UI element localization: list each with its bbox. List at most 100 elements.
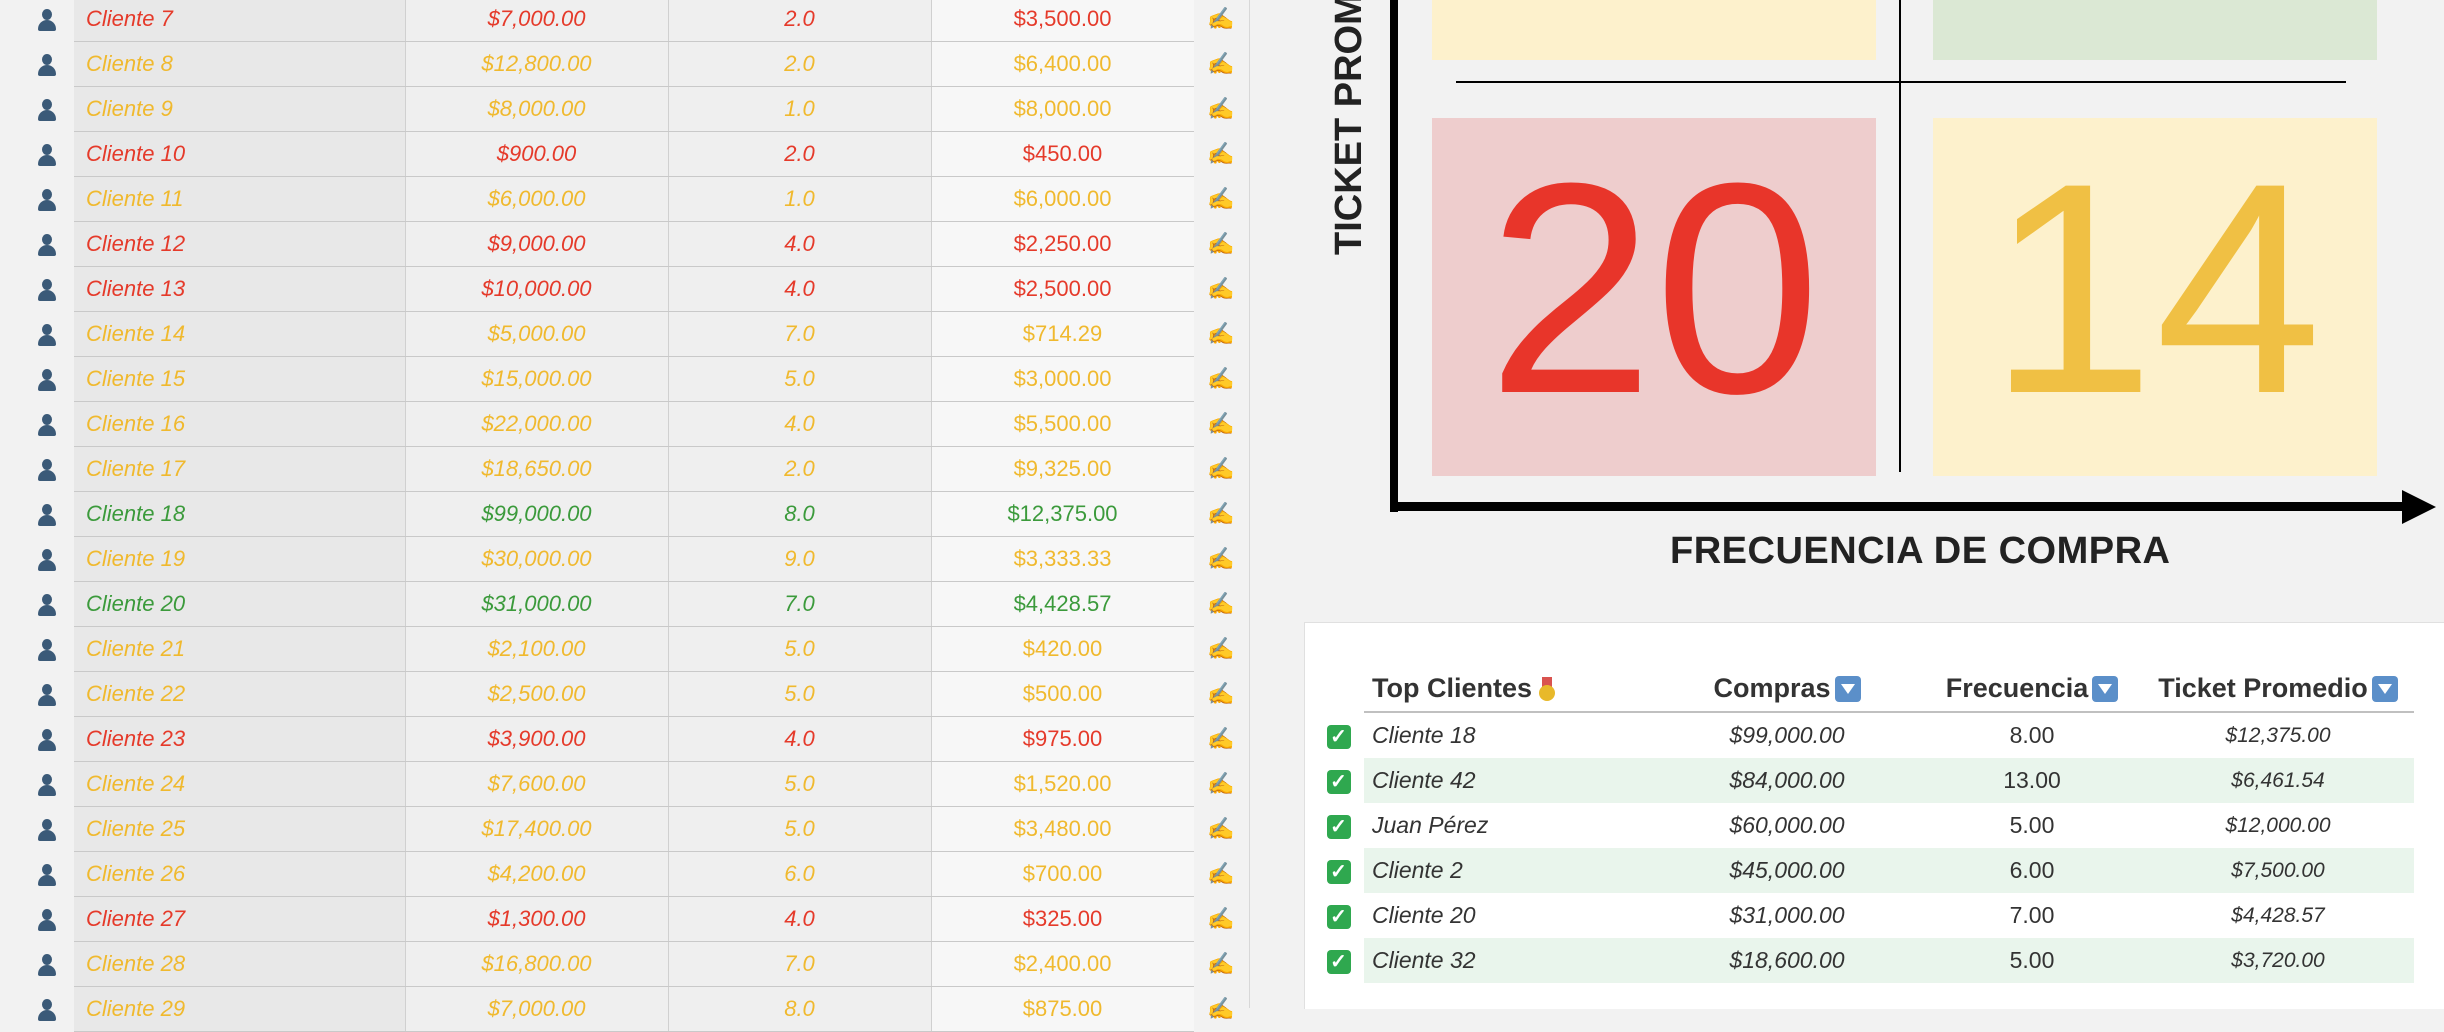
client-frecuencia: 1.0 (668, 176, 932, 222)
header-check-spacer (1313, 665, 1364, 712)
client-name: Cliente 7 (74, 0, 406, 42)
client-name: Cliente 24 (74, 761, 406, 807)
client-name: Cliente 28 (74, 941, 406, 987)
table-row[interactable]: Cliente 8 $12,800.00 2.0 $6,400.00 ✍ (20, 41, 1249, 87)
table-row[interactable]: Cliente 19 $30,000.00 9.0 $3,333.33 ✍ (20, 536, 1249, 582)
client-compras: $99,000.00 (405, 491, 669, 537)
client-compras: $7,600.00 (405, 761, 669, 807)
client-ticket: $5,500.00 (931, 401, 1194, 447)
user-icon (20, 131, 74, 177)
quadrant-top-left[interactable] (1432, 0, 1876, 60)
user-icon (20, 806, 74, 852)
table-row[interactable]: Cliente 25 $17,400.00 5.0 $3,480.00 ✍ (20, 806, 1249, 852)
quadrant-divider-vertical (1899, 0, 1901, 472)
pencil-icon[interactable]: ✍ (1193, 761, 1249, 807)
client-name: Cliente 19 (74, 536, 406, 582)
x-axis-line (1390, 502, 2414, 511)
user-icon (20, 176, 74, 222)
pencil-icon[interactable]: ✍ (1193, 491, 1249, 537)
client-compras: $7,000.00 (405, 986, 669, 1032)
client-frecuencia: 4.0 (668, 266, 932, 312)
client-frecuencia: 7.0 (668, 311, 932, 357)
pencil-icon[interactable]: ✍ (1193, 806, 1249, 852)
table-row[interactable]: Cliente 24 $7,600.00 5.0 $1,520.00 ✍ (20, 761, 1249, 807)
table-row[interactable]: Cliente 27 $1,300.00 4.0 $325.00 ✍ (20, 896, 1249, 942)
table-row[interactable]: Cliente 7 $7,000.00 2.0 $3,500.00 ✍ (20, 0, 1249, 42)
header-compras[interactable]: Compras (1652, 665, 1922, 713)
table-row[interactable]: Cliente 10 $900.00 2.0 $450.00 ✍ (20, 131, 1249, 177)
top-client-row[interactable]: ✓ Cliente 2 $45,000.00 6.00 $7,500.00 (1313, 848, 2414, 893)
top-client-row[interactable]: ✓ Juan Pérez $60,000.00 5.00 $12,000.00 (1313, 803, 2414, 848)
pencil-icon[interactable]: ✍ (1193, 581, 1249, 627)
header-frecuencia[interactable]: Frecuencia (1922, 665, 2142, 713)
check-icon: ✓ (1313, 848, 1364, 893)
table-row[interactable]: Cliente 9 $8,000.00 1.0 $8,000.00 ✍ (20, 86, 1249, 132)
client-frecuencia: 4.0 (668, 716, 932, 762)
pencil-icon[interactable]: ✍ (1193, 716, 1249, 762)
top-client-row[interactable]: ✓ Cliente 18 $99,000.00 8.00 $12,375.00 (1313, 712, 2414, 758)
table-row[interactable]: Cliente 16 $22,000.00 4.0 $5,500.00 ✍ (20, 401, 1249, 447)
top-client-compras: $99,000.00 (1729, 722, 1845, 748)
pencil-icon[interactable]: ✍ (1193, 401, 1249, 447)
table-row[interactable]: Cliente 23 $3,900.00 4.0 $975.00 ✍ (20, 716, 1249, 762)
sort-down-icon[interactable] (2092, 676, 2119, 703)
table-row[interactable]: Cliente 15 $15,000.00 5.0 $3,000.00 ✍ (20, 356, 1249, 402)
table-row[interactable]: Cliente 18 $99,000.00 8.0 $12,375.00 ✍ (20, 491, 1249, 537)
top-client-row[interactable]: ✓ Cliente 42 $84,000.00 13.00 $6,461.54 (1313, 758, 2414, 803)
sort-down-icon[interactable] (2371, 676, 2398, 703)
pencil-icon[interactable]: ✍ (1193, 851, 1249, 897)
pencil-icon[interactable]: ✍ (1193, 266, 1249, 312)
pencil-icon[interactable]: ✍ (1193, 896, 1249, 942)
pencil-icon[interactable]: ✍ (1193, 986, 1249, 1032)
pencil-icon[interactable]: ✍ (1193, 446, 1249, 492)
top-clients-panel: Top Clientes Compras Frecuencia Ticket P… (1304, 622, 2444, 1009)
pencil-icon[interactable]: ✍ (1193, 221, 1249, 267)
client-compras: $6,000.00 (405, 176, 669, 222)
table-row[interactable]: Cliente 12 $9,000.00 4.0 $2,250.00 ✍ (20, 221, 1249, 267)
client-compras: $1,300.00 (405, 896, 669, 942)
pencil-icon[interactable]: ✍ (1193, 356, 1249, 402)
table-row[interactable]: Cliente 11 $6,000.00 1.0 $6,000.00 ✍ (20, 176, 1249, 222)
pencil-icon[interactable]: ✍ (1193, 131, 1249, 177)
client-frecuencia: 7.0 (668, 941, 932, 987)
top-client-ticket: $12,000.00 (2225, 813, 2331, 837)
pencil-icon[interactable]: ✍ (1193, 941, 1249, 987)
table-row[interactable]: Cliente 17 $18,650.00 2.0 $9,325.00 ✍ (20, 446, 1249, 492)
client-ticket: $12,375.00 (931, 491, 1194, 537)
client-name: Cliente 13 (74, 266, 406, 312)
table-row[interactable]: Cliente 13 $10,000.00 4.0 $2,500.00 ✍ (20, 266, 1249, 312)
pencil-icon[interactable]: ✍ (1193, 41, 1249, 87)
user-icon (20, 311, 74, 357)
pencil-icon[interactable]: ✍ (1193, 671, 1249, 717)
table-row[interactable]: Cliente 29 $7,000.00 8.0 $875.00 ✍ (20, 986, 1249, 1032)
client-name: Cliente 26 (74, 851, 406, 897)
top-client-row[interactable]: ✓ Cliente 20 $31,000.00 7.00 $4,428.57 (1313, 893, 2414, 938)
pencil-icon[interactable]: ✍ (1193, 311, 1249, 357)
table-row[interactable]: Cliente 21 $2,100.00 5.0 $420.00 ✍ (20, 626, 1249, 672)
client-name: Cliente 20 (74, 581, 406, 627)
top-client-compras: $84,000.00 (1652, 758, 1922, 803)
top-client-name: Cliente 32 (1364, 938, 1652, 983)
quadrant-top-right[interactable] (1933, 0, 2377, 60)
pencil-icon[interactable]: ✍ (1193, 86, 1249, 132)
pencil-icon[interactable]: ✍ (1193, 536, 1249, 582)
top-client-compras: $45,000.00 (1652, 848, 1922, 893)
sort-down-icon[interactable] (1834, 676, 1861, 703)
client-frecuencia: 4.0 (668, 896, 932, 942)
table-row[interactable]: Cliente 22 $2,500.00 5.0 $500.00 ✍ (20, 671, 1249, 717)
client-compras: $31,000.00 (405, 581, 669, 627)
pencil-icon[interactable]: ✍ (1193, 626, 1249, 672)
client-frecuencia: 4.0 (668, 221, 932, 267)
top-client-row[interactable]: ✓ Cliente 32 $18,600.00 5.00 $3,720.00 (1313, 938, 2414, 983)
header-ticket-promedio[interactable]: Ticket Promedio (2142, 665, 2414, 713)
table-row[interactable]: Cliente 20 $31,000.00 7.0 $4,428.57 ✍ (20, 581, 1249, 627)
quadrant-bottom-left[interactable]: 20 (1432, 118, 1876, 476)
table-row[interactable]: Cliente 14 $5,000.00 7.0 $714.29 ✍ (20, 311, 1249, 357)
table-row[interactable]: Cliente 26 $4,200.00 6.0 $700.00 ✍ (20, 851, 1249, 897)
pencil-icon[interactable]: ✍ (1193, 176, 1249, 222)
check-icon: ✓ (1313, 758, 1364, 803)
client-compras: $16,800.00 (405, 941, 669, 987)
table-row[interactable]: Cliente 28 $16,800.00 7.0 $2,400.00 ✍ (20, 941, 1249, 987)
quadrant-bottom-right[interactable]: 14 (1933, 118, 2377, 476)
pencil-icon[interactable]: ✍ (1193, 0, 1249, 42)
